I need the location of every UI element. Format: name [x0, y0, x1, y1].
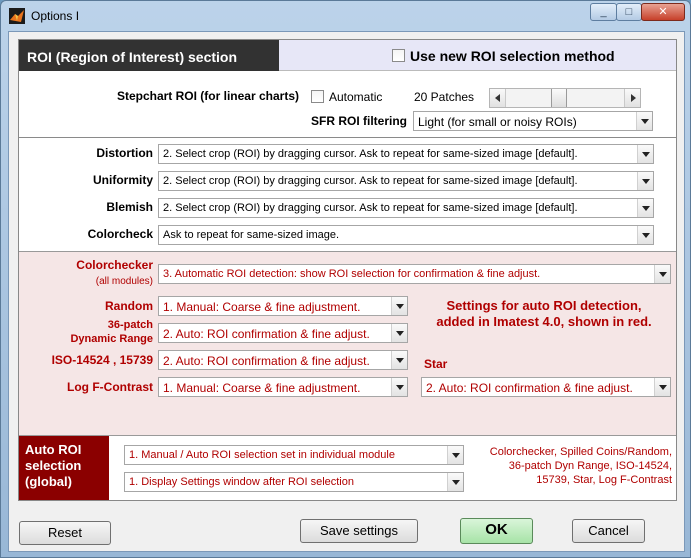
- chevron-down-icon: [447, 473, 463, 491]
- roi-panel: ROI (Region of Interest) section Use new…: [18, 39, 677, 501]
- colorchecker-dropdown[interactable]: 3. Automatic ROI detection: show ROI sel…: [158, 264, 671, 284]
- roi-header-bar: Use new ROI selection method: [279, 40, 676, 71]
- uniformity-value: 2. Select crop (ROI) by dragging cursor.…: [163, 175, 578, 187]
- auto-roi-detection-section: Colorchecker (all modules) 3. Automatic …: [19, 251, 676, 436]
- automatic-checkbox[interactable]: [311, 90, 324, 103]
- chevron-down-icon: [637, 226, 653, 244]
- colorchecker-value: 3. Automatic ROI detection: show ROI sel…: [163, 268, 541, 280]
- chevron-down-icon: [391, 351, 407, 369]
- slider-left-arrow-icon[interactable]: [490, 89, 506, 107]
- colorchecker-label: Colorchecker: [76, 258, 153, 272]
- dynamic-range-label-line1: 36-patch: [107, 319, 153, 331]
- uniformity-dropdown[interactable]: 2. Select crop (ROI) by dragging cursor.…: [158, 171, 654, 191]
- new-roi-method-checkbox[interactable]: [392, 49, 405, 62]
- title-bar[interactable]: Options I _ □ ✕: [1, 1, 690, 31]
- star-dropdown[interactable]: 2. Auto: ROI confirmation & fine adjust.: [421, 377, 671, 397]
- save-settings-button[interactable]: Save settings: [300, 519, 418, 543]
- random-value: 1. Manual: Coarse & fine adjustment.: [163, 300, 361, 314]
- colorcheck-dropdown[interactable]: Ask to repeat for same-sized image.: [158, 225, 654, 245]
- colorcheck-label: Colorcheck: [87, 227, 153, 241]
- auto-roi-note: Settings for auto ROI detection, added i…: [419, 298, 669, 330]
- auto-roi-modules-note: Colorchecker, Spilled Coins/Random, 36-p…: [474, 445, 672, 487]
- close-icon[interactable]: ✕: [641, 3, 685, 21]
- patches-slider[interactable]: [489, 88, 641, 108]
- uniformity-label: Uniformity: [93, 173, 153, 187]
- chevron-down-icon: [636, 112, 652, 130]
- auto-roi-title-line3: (global): [25, 474, 72, 489]
- new-roi-method-label: Use new ROI selection method: [410, 48, 615, 64]
- star-label: Star: [424, 357, 448, 371]
- chevron-down-icon: [654, 378, 670, 396]
- log-f-contrast-label: Log F-Contrast: [67, 380, 153, 394]
- chevron-down-icon: [637, 199, 653, 217]
- dialog-client-area: ROI (Region of Interest) section Use new…: [8, 31, 685, 552]
- blemish-value: 2. Select crop (ROI) by dragging cursor.…: [163, 202, 578, 214]
- blemish-dropdown[interactable]: 2. Select crop (ROI) by dragging cursor.…: [158, 198, 654, 218]
- cancel-button[interactable]: Cancel: [572, 519, 645, 543]
- patches-label: 20 Patches: [414, 90, 475, 104]
- chevron-down-icon: [391, 324, 407, 342]
- auto-roi-global-title: Auto ROI selection (global): [19, 436, 109, 500]
- auto-roi-modules-note-line3: 15739, Star, Log F-Contrast: [536, 474, 672, 486]
- random-dropdown[interactable]: 1. Manual: Coarse & fine adjustment.: [158, 296, 408, 316]
- slider-thumb[interactable]: [551, 89, 567, 107]
- colorcheck-value: Ask to repeat for same-sized image.: [163, 229, 340, 241]
- distortion-label: Distortion: [96, 146, 153, 160]
- chevron-down-icon: [447, 446, 463, 464]
- iso-value: 2. Auto: ROI confirmation & fine adjust.: [163, 354, 370, 368]
- stepchart-roi-label: Stepchart ROI (for linear charts): [116, 89, 299, 103]
- maximize-icon[interactable]: □: [616, 3, 642, 21]
- blemish-label: Blemish: [106, 200, 153, 214]
- chevron-down-icon: [654, 265, 670, 283]
- chevron-down-icon: [391, 297, 407, 315]
- auto-roi-global-section: Auto ROI selection (global) 1. Manual / …: [19, 436, 676, 500]
- options-window: Options I _ □ ✕ ROI (Region of Interest)…: [0, 0, 691, 558]
- display-settings-dropdown[interactable]: 1. Display Settings window after ROI sel…: [124, 472, 464, 492]
- distortion-value: 2. Select crop (ROI) by dragging cursor.…: [163, 148, 578, 160]
- auto-roi-mode-value: 1. Manual / Auto ROI selection set in in…: [129, 449, 395, 461]
- roi-section-title: ROI (Region of Interest) section: [19, 40, 279, 71]
- auto-roi-title-line2: selection: [25, 458, 82, 473]
- window-title: Options I: [31, 9, 80, 23]
- sfr-roi-filtering-dropdown[interactable]: Light (for small or noisy ROIs): [413, 111, 653, 131]
- reset-button[interactable]: Reset: [19, 521, 111, 545]
- star-value: 2. Auto: ROI confirmation & fine adjust.: [426, 381, 633, 395]
- ok-button[interactable]: OK: [460, 518, 533, 544]
- chevron-down-icon: [637, 145, 653, 163]
- sfr-roi-filtering-value: Light (for small or noisy ROIs): [418, 115, 577, 129]
- iso-dropdown[interactable]: 2. Auto: ROI confirmation & fine adjust.: [158, 350, 408, 370]
- matlab-app-icon: [9, 8, 25, 24]
- iso-label: ISO-14524 , 15739: [51, 353, 153, 367]
- auto-roi-note-line1: Settings for auto ROI detection,: [446, 298, 642, 313]
- log-f-contrast-value: 1. Manual: Coarse & fine adjustment.: [163, 381, 361, 395]
- auto-roi-modules-note-line2: 36-patch Dyn Range, ISO-14524,: [508, 460, 672, 472]
- chevron-down-icon: [391, 378, 407, 396]
- distortion-dropdown[interactable]: 2. Select crop (ROI) by dragging cursor.…: [158, 144, 654, 164]
- dynamic-range-label-line2: Dynamic Range: [70, 333, 153, 345]
- colorchecker-sublabel: (all modules): [95, 276, 153, 287]
- chevron-down-icon: [637, 172, 653, 190]
- dynamic-range-dropdown[interactable]: 2. Auto: ROI confirmation & fine adjust.: [158, 323, 408, 343]
- automatic-label: Automatic: [329, 90, 383, 104]
- display-settings-value: 1. Display Settings window after ROI sel…: [129, 476, 354, 488]
- auto-roi-note-line2: added in Imatest 4.0, shown in red.: [436, 314, 652, 329]
- random-label: Random: [105, 299, 153, 313]
- minimize-icon[interactable]: _: [590, 3, 617, 21]
- dynamic-range-value: 2. Auto: ROI confirmation & fine adjust.: [163, 327, 370, 341]
- auto-roi-mode-dropdown[interactable]: 1. Manual / Auto ROI selection set in in…: [124, 445, 464, 465]
- auto-roi-title-line1: Auto ROI: [25, 442, 82, 457]
- auto-roi-modules-note-line1: Colorchecker, Spilled Coins/Random,: [489, 446, 672, 458]
- slider-right-arrow-icon[interactable]: [624, 89, 640, 107]
- sfr-roi-filtering-label: SFR ROI filtering: [311, 114, 407, 128]
- divider: [19, 137, 676, 138]
- log-f-contrast-dropdown[interactable]: 1. Manual: Coarse & fine adjustment.: [158, 377, 408, 397]
